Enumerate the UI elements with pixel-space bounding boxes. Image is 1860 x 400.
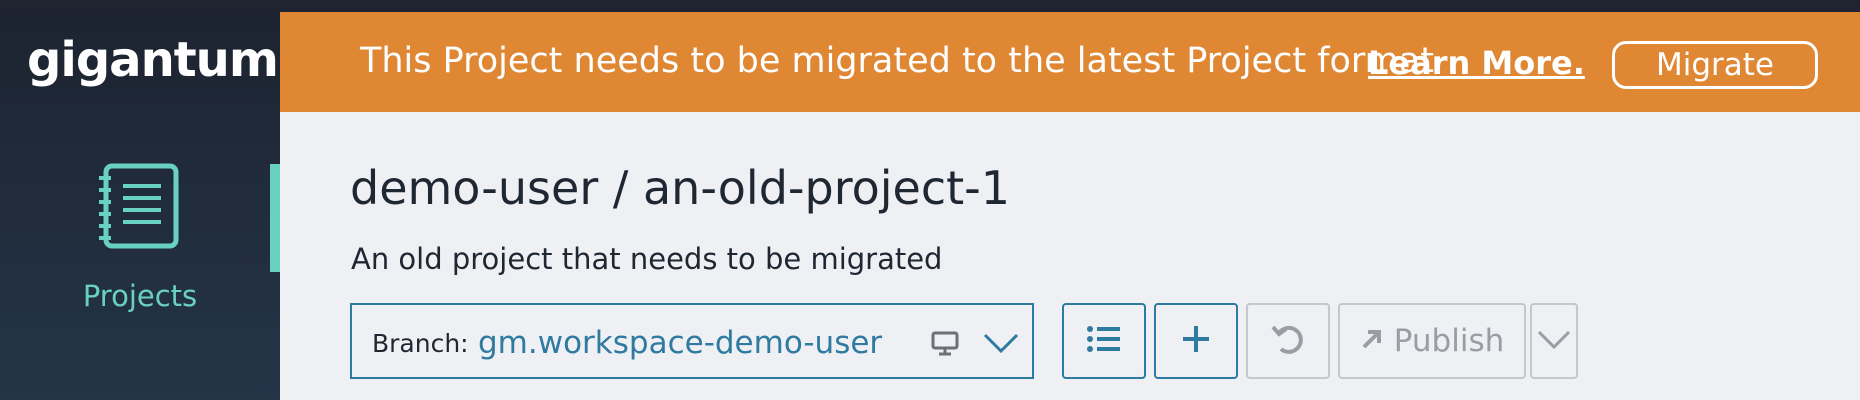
banner-message: This Project needs to be migrated to the… xyxy=(360,41,1434,81)
active-nav-indicator xyxy=(270,164,280,272)
undo-icon xyxy=(1269,321,1307,361)
branch-selector[interactable]: Branch: gm.workspace-demo-user xyxy=(350,303,1034,379)
learn-more-link[interactable]: Learn More. xyxy=(1368,44,1585,82)
chevron-down-icon xyxy=(1537,326,1571,356)
publish-label: Publish xyxy=(1393,323,1505,359)
branch-name: gm.workspace-demo-user xyxy=(478,325,883,361)
sidebar-item-label: Projects xyxy=(82,279,198,313)
project-description: An old project that needs to be migrated xyxy=(351,242,943,276)
arrow-up-right-icon xyxy=(1360,327,1384,355)
reset-branch-button[interactable] xyxy=(1246,303,1330,379)
plus-icon xyxy=(1180,323,1212,359)
sidebar-item-projects[interactable]: Projects xyxy=(0,162,280,311)
app-logo: gigantum xyxy=(27,32,279,88)
publish-options-button[interactable] xyxy=(1530,303,1578,379)
migration-banner: This Project needs to be migrated to the… xyxy=(280,12,1860,112)
list-icon xyxy=(1086,324,1122,358)
migrate-button[interactable]: Migrate xyxy=(1612,41,1818,89)
notebook-icon xyxy=(99,162,183,252)
page-title: demo-user / an-old-project-1 xyxy=(350,161,1011,215)
local-computer-icon xyxy=(930,331,960,361)
branch-prefix-label: Branch: xyxy=(372,329,469,358)
publish-button[interactable]: Publish xyxy=(1338,303,1526,379)
branches-list-button[interactable] xyxy=(1062,303,1146,379)
sidebar: gigantum Projects xyxy=(0,12,280,400)
top-border xyxy=(0,0,1860,12)
chevron-down-icon[interactable] xyxy=(982,327,1020,361)
add-branch-button[interactable] xyxy=(1154,303,1238,379)
